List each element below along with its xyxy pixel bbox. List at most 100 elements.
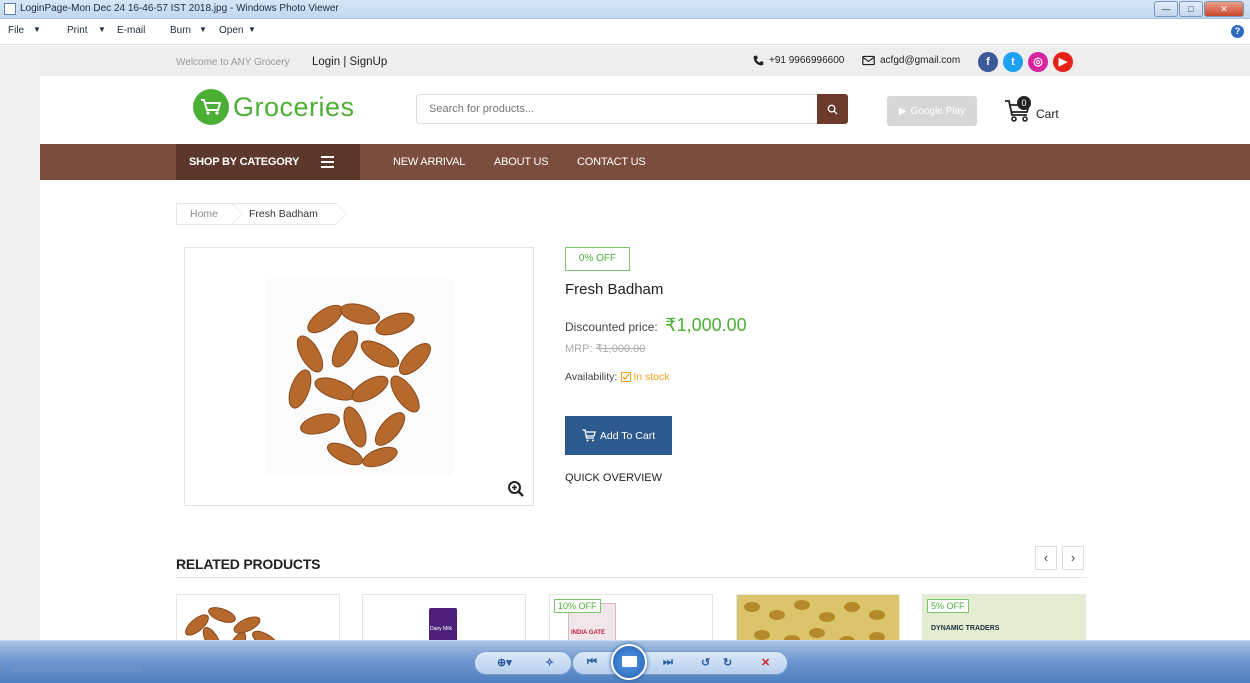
window-title: LoginPage-Mon Dec 24 16-46-57 IST 2018.j… (20, 3, 339, 14)
carousel-next-button[interactable]: › (1062, 546, 1084, 570)
login-signup-link[interactable]: Login | SignUp (312, 56, 387, 68)
phone-number: +91 9966996600 (769, 55, 845, 66)
search-button[interactable] (817, 94, 848, 124)
grocery-website: Welcome to ANY Grocery Login | SignUp +9… (40, 46, 1250, 640)
rice-caption: INDIA GATE (571, 630, 605, 636)
breadcrumb-home[interactable]: Home (176, 203, 244, 225)
breadcrumb: Home Fresh Badham (176, 203, 347, 225)
menu-file[interactable]: File (8, 25, 24, 36)
rotate-counterclockwise-icon[interactable]: ↺ (701, 656, 710, 669)
mrp-row: MRP: ₹1,000.00 (565, 342, 645, 355)
status-area (12, 664, 142, 672)
discounted-price: ₹1,000.00 (665, 315, 747, 335)
stock-status: In stock (621, 371, 670, 383)
welcome-text: Welcome to ANY Grocery (176, 57, 290, 68)
twitter-icon[interactable]: t (1003, 52, 1023, 72)
next-image-icon[interactable]: ⏭ (663, 656, 673, 669)
phone-icon (753, 55, 764, 66)
chevron-down-icon[interactable]: ▼ (199, 25, 207, 34)
search-icon (827, 104, 838, 115)
cart-count-badge: 0 (1017, 96, 1031, 110)
cart-label: Cart (1036, 107, 1059, 121)
slideshow-button[interactable] (611, 644, 647, 680)
photo-viewer-icon (4, 3, 16, 15)
shop-by-category-button[interactable]: SHOP BY CATEGORY (176, 144, 360, 180)
quick-overview-heading: QUICK OVERVIEW (565, 472, 662, 484)
chevron-right-icon: › (1070, 550, 1076, 565)
availability-label: Availability: (565, 371, 618, 383)
shop-by-category-label: SHOP BY CATEGORY (189, 156, 300, 168)
chevron-left-icon: ‹ (1043, 550, 1049, 565)
menu-print[interactable]: Print (67, 25, 88, 36)
facebook-icon[interactable]: f (978, 52, 998, 72)
site-logo[interactable]: Groceries (193, 89, 355, 125)
related-product-card[interactable]: Dairy Milk (362, 594, 526, 640)
hamburger-menu-icon (321, 156, 335, 168)
related-product-card[interactable] (736, 594, 900, 640)
site-header: Groceries ▶ Google Play 0 Cart (40, 76, 1250, 144)
close-window-button[interactable]: ✕ (1204, 1, 1244, 17)
related-products-heading: RELATED PRODUCTS (176, 556, 321, 572)
nav-contact-us[interactable]: CONTACT US (577, 156, 646, 168)
availability-row: Availability: In stock (565, 371, 670, 383)
menu-burn[interactable]: Burn (170, 25, 191, 36)
maximize-button[interactable]: □ (1179, 1, 1203, 17)
window-titlebar: LoginPage-Mon Dec 24 16-46-57 IST 2018.j… (0, 0, 1250, 19)
related-divider (176, 577, 1087, 578)
search-bar (416, 94, 848, 124)
window-controls: — □ ✕ (1154, 1, 1244, 17)
related-discount-badge: 5% OFF (927, 599, 969, 613)
raisins-thumbnail (737, 595, 899, 640)
price-row: Discounted price: ₹1,000.00 (565, 315, 747, 336)
google-play-label: Google Play (910, 105, 966, 117)
chocolate-thumbnail: Dairy Milk (429, 608, 457, 640)
zoom-group: ⊕▾ ✧ (474, 651, 572, 675)
image-canvas: Welcome to ANY Grocery Login | SignUp +9… (0, 46, 1250, 640)
delete-icon[interactable]: ✕ (761, 656, 770, 669)
chevron-down-icon[interactable]: ▼ (248, 25, 256, 34)
actual-size-icon[interactable]: ✧ (545, 656, 554, 669)
logo-text: Groceries (233, 91, 355, 122)
viewer-menubar: File ▼ Print ▼ E-mail Burn ▼ Open ▼ ? (0, 19, 1250, 45)
viewer-toolbar: ⊕▾ ✧ ⏮ ⏭ ↺ ↻ ✕ (0, 640, 1250, 683)
chocolate-caption: Dairy Milk (430, 626, 452, 632)
help-icon[interactable]: ? (1231, 25, 1244, 38)
menu-open[interactable]: Open (219, 25, 243, 36)
rotate-clockwise-icon[interactable]: ↻ (723, 656, 732, 669)
zoom-in-icon[interactable] (507, 480, 525, 498)
related-product-card[interactable]: INDIA GATE 10% OFF (549, 594, 713, 640)
cart-icon (582, 429, 596, 442)
related-product-card[interactable] (176, 594, 340, 640)
mrp-price: ₹1,000.00 (595, 343, 646, 355)
chevron-down-icon[interactable]: ▼ (33, 25, 41, 34)
mrp-label: MRP: (565, 343, 593, 355)
discount-badge: 0% OFF (565, 247, 630, 271)
instagram-icon[interactable]: ◎ (1028, 52, 1048, 72)
google-play-badge[interactable]: ▶ Google Play (887, 96, 977, 126)
contact-email: acfgd@gmail.com (862, 55, 960, 66)
cart-logo-icon (193, 89, 229, 125)
add-to-cart-button[interactable]: Add To Cart (565, 416, 672, 455)
discounted-price-label: Discounted price: (565, 320, 658, 334)
contact-phone: +91 9966996600 (753, 55, 844, 66)
search-input[interactable] (417, 95, 817, 123)
navigation-group: ⏮ ⏭ ↺ ↻ ✕ (572, 651, 788, 675)
cart-button[interactable]: 0 Cart (1004, 94, 1066, 126)
minimize-button[interactable]: — (1154, 1, 1178, 17)
stock-status-text: In stock (633, 371, 670, 383)
product-image-panel (184, 247, 534, 506)
nav-new-arrival[interactable]: NEW ARRIVAL (393, 156, 465, 168)
previous-image-icon[interactable]: ⏮ (587, 656, 597, 669)
checkbox-checked-icon (621, 372, 632, 382)
carousel-prev-button[interactable]: ‹ (1035, 546, 1057, 570)
site-topbar: Welcome to ANY Grocery Login | SignUp +9… (40, 46, 1250, 76)
menu-email[interactable]: E-mail (117, 25, 145, 36)
chevron-down-icon[interactable]: ▼ (98, 25, 106, 34)
almonds-product-image[interactable] (265, 279, 453, 475)
youtube-icon[interactable]: ▶ (1053, 52, 1073, 72)
add-to-cart-label: Add To Cart (599, 429, 656, 442)
nav-about-us[interactable]: ABOUT US (494, 156, 549, 168)
zoom-icon[interactable]: ⊕▾ (497, 656, 512, 669)
main-nav: SHOP BY CATEGORY NEW ARRIVAL ABOUT US CO… (40, 144, 1250, 180)
related-product-card[interactable]: 5% OFF DYNAMIC TRADERS (922, 594, 1086, 640)
